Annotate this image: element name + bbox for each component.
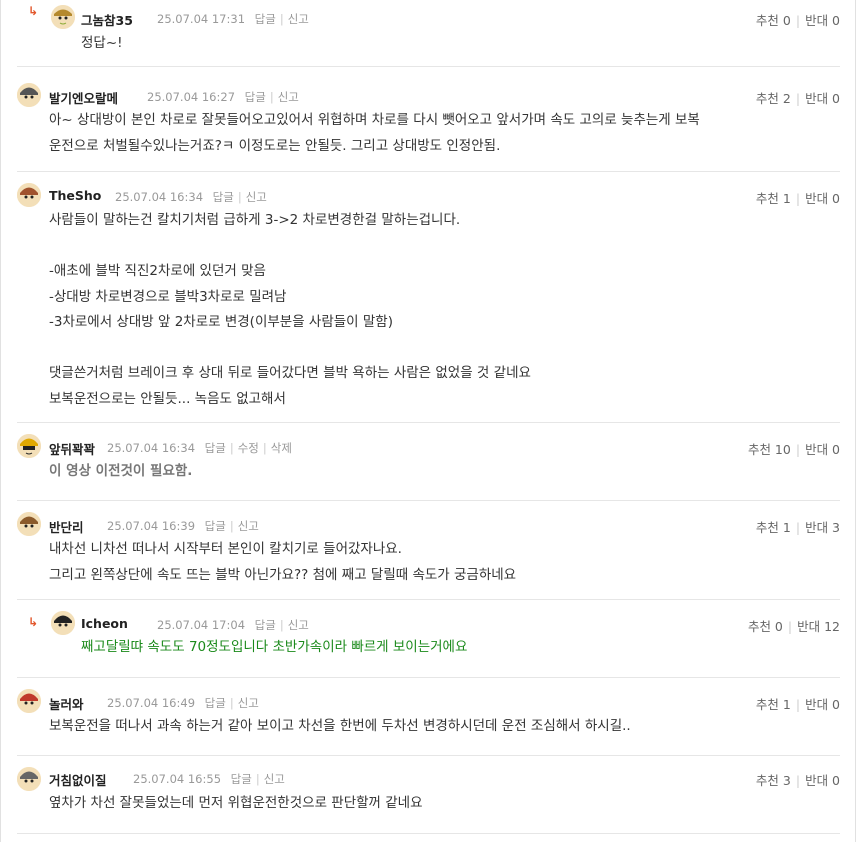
comment-item: 앞뒤꽉꽉 25.07.04 16:34 답글 | 수정 | 삭제 추천 10 | 반대 0 … [17,423,840,501]
nickname[interactable]: 놀러와 [49,694,84,713]
comment-text: 아~ 상대방이 본인 차로로 잘못들어오고있어서 위협하며 차로를 다시 뺏어오… [49,112,700,154]
nickname[interactable]: TheSho [49,188,101,203]
upvote-button[interactable]: 추천 0 [756,13,791,28]
comment-date: 25.07.04 16:34 [107,441,196,455]
avatar [17,434,41,458]
upvote-button[interactable]: 추천 1 [756,191,791,206]
comment-item: TheSho 25.07.04 16:34 답글 | 신고 추천 1 | 반대 0 사람… [17,172,840,423]
avatar [51,611,75,635]
report-link[interactable]: 신고 [264,772,285,786]
comment-date: 25.07.04 16:49 [107,696,196,710]
comment-meta: 25.07.04 16:27 답글 | 신고 [147,90,299,104]
downvote-button[interactable]: 반대 0 [805,191,840,206]
comment-item: 놀러와 25.07.04 16:49 답글 | 신고 추천 1 | 반대 0 보복운전을… [17,678,840,756]
downvote-button[interactable]: 반대 0 [805,773,840,788]
vote-box: 추천 1 | 반대 0 [755,697,840,712]
comment-text: 내차선 니차선 떠나서 시작부터 본인이 칼치기로 들어갔자나요. 그리고 왼쪽… [49,541,517,583]
downvote-button[interactable]: 반대 3 [805,520,840,535]
avatar [17,183,41,207]
reply-link[interactable]: 답글 [205,519,226,533]
nickname[interactable]: Icheon [81,616,128,631]
report-link[interactable]: 신고 [246,190,267,204]
comment-meta: 25.07.04 16:34 답글 | 수정 | 삭제 [107,441,292,455]
comment-item: 발기엔오랄메 25.07.04 16:27 답글 | 신고 추천 2 | 반대 0 아~… [17,72,840,172]
upvote-button[interactable]: 추천 1 [756,520,791,535]
nickname[interactable]: 반단리 [49,517,84,536]
comment-date: 25.07.04 17:04 [157,618,246,632]
comment-text: 옆차가 차선 잘못들었는데 먼저 위협운전한것으로 판단할꺼 같네요 [49,795,423,811]
comment-text: 보복운전을 떠나서 과속 하는거 같아 보이고 차선을 한번에 두차선 변경하시… [49,718,631,734]
reply-link[interactable]: 답글 [231,772,252,786]
comment-meta: 25.07.04 17:04 답글 | 신고 [157,618,309,632]
report-link[interactable]: 신고 [238,519,259,533]
vote-box: 추천 1 | 반대 3 [755,520,840,535]
avatar [17,767,41,791]
avatar [17,83,41,107]
comment-date: 25.07.04 16:27 [147,90,236,104]
report-link[interactable]: 신고 [238,696,259,710]
comment-date: 25.07.04 16:39 [107,519,196,533]
nickname[interactable]: 그놈참35 [81,10,133,29]
downvote-button[interactable]: 반대 0 [805,91,840,106]
comment-meta: 25.07.04 16:55 답글 | 신고 [133,772,285,786]
vote-box: 추천 10 | 반대 0 [747,442,840,457]
comment-text: 이 영상 이전것이 필요함. [49,463,193,479]
report-link[interactable]: 신고 [288,12,309,26]
comment-meta: 25.07.04 17:31 답글 | 신고 [157,12,309,26]
downvote-button[interactable]: 반대 0 [805,697,840,712]
upvote-button[interactable]: 추천 10 [748,442,791,457]
comment-date: 25.07.04 17:31 [157,12,246,26]
report-link[interactable]: 신고 [278,90,299,104]
downvote-button[interactable]: 반대 0 [805,13,840,28]
comment-item: ↳ 그놈참35 25.07.04 17:31 답글 | 신고 추천 0 | 반대 0 정… [17,0,840,67]
delete-link[interactable]: 삭제 [271,441,292,455]
nickname[interactable]: 발기엔오랄메 [49,88,118,107]
vote-box: 추천 0 | 반대 0 [755,13,840,28]
reply-link[interactable]: 답글 [205,441,226,455]
avatar [17,689,41,713]
comment-text: 정답~! [81,35,123,51]
vote-box: 추천 1 | 반대 0 [755,191,840,206]
upvote-button[interactable]: 추천 2 [756,91,791,106]
avatar [17,512,41,536]
reply-link[interactable]: 답글 [213,190,234,204]
comment-item: ↳ Icheon 25.07.04 17:04 답글 | 신고 추천 0 | 반대 12… [17,600,840,678]
vote-box: 추천 2 | 반대 0 [755,91,840,106]
comment-date: 25.07.04 16:55 [133,772,222,786]
edit-link[interactable]: 수정 [238,441,259,455]
comment-text: 사람들이 말하는건 칼치기처럼 급하게 3->2 차로변경한걸 말하는겁니다. … [49,212,531,407]
comment-date: 25.07.04 16:34 [115,190,204,204]
comment-meta: 25.07.04 16:39 답글 | 신고 [107,519,259,533]
comment-text: 째고달릴땨 속도도 70정도입니다 초반가속이라 빠르게 보이는거에요 [81,639,468,655]
vote-box: 추천 3 | 반대 0 [755,773,840,788]
reply-link[interactable]: 답글 [255,618,276,632]
report-link[interactable]: 신고 [288,618,309,632]
reply-arrow-icon: ↳ [28,615,39,629]
nickname[interactable]: 앞뒤꽉꽉 [49,439,95,458]
avatar [51,5,75,29]
vote-box: 추천 0 | 반대 12 [747,619,840,634]
comment-item: 거침없이질 25.07.04 16:55 답글 | 신고 추천 3 | 반대 0 옆차가… [17,756,840,834]
reply-arrow-icon: ↳ [28,4,39,18]
downvote-button[interactable]: 반대 0 [805,442,840,457]
upvote-button[interactable]: 추천 3 [756,773,791,788]
reply-link[interactable]: 답글 [205,696,226,710]
nickname[interactable]: 거침없이질 [49,770,107,789]
upvote-button[interactable]: 추천 1 [756,697,791,712]
comment-item: 반단리 25.07.04 16:39 답글 | 신고 추천 1 | 반대 3 내차선 니… [17,501,840,600]
comment-meta: 25.07.04 16:34 답글 | 신고 [115,190,267,204]
downvote-button[interactable]: 반대 12 [797,619,840,634]
comment-meta: 25.07.04 16:49 답글 | 신고 [107,696,259,710]
reply-link[interactable]: 답글 [255,12,276,26]
reply-link[interactable]: 답글 [245,90,266,104]
upvote-button[interactable]: 추천 0 [748,619,783,634]
